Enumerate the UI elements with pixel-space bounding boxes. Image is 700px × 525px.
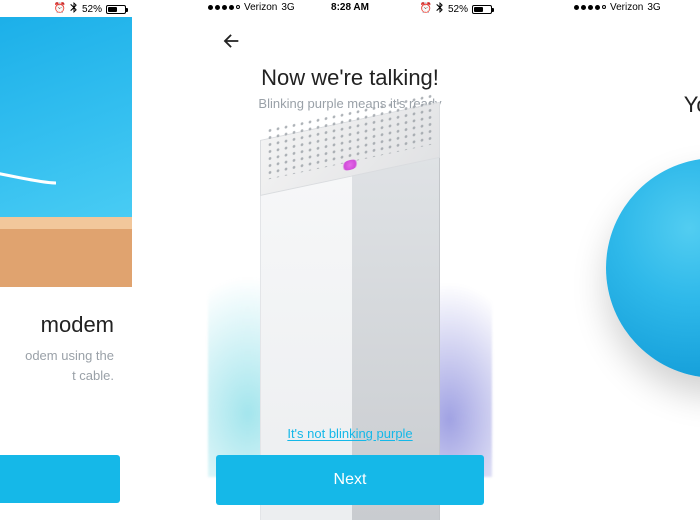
network-label: 3G [281, 2, 294, 13]
status-left: Verizon 3G [208, 2, 295, 13]
signal-icon [574, 5, 606, 10]
bluetooth-icon [436, 2, 444, 16]
screen-success: Verizon 3G S You've L [568, 0, 700, 525]
page-title-line2: You've [568, 92, 700, 118]
carrier-label: Verizon [244, 2, 277, 13]
status-right: ⏰ 52% [420, 2, 492, 16]
next-button-label: Next [334, 471, 367, 489]
status-left: Verizon 3G [574, 2, 661, 13]
status-right: ⏰ 52% [54, 2, 126, 16]
page-title-line1: S [568, 65, 700, 91]
page-subtitle: Blinking purple means it's ready [202, 96, 498, 111]
network-label: 3G [647, 2, 660, 13]
clock: 8:28 AM [331, 2, 369, 13]
troubleshoot-link-row: It's not blinking purple [202, 426, 498, 441]
page-title: modem [0, 312, 114, 338]
battery-icon [472, 5, 492, 14]
success-circle-icon [606, 158, 700, 378]
ethernet-cable-icon [0, 157, 56, 197]
alarm-icon: ⏰ [54, 4, 66, 14]
battery-pct: 52% [82, 4, 102, 15]
next-button[interactable]: Next [216, 455, 484, 505]
page-description: odem using the t cable. [0, 346, 114, 385]
carrier-label: Verizon [610, 2, 643, 13]
status-bar: ⏰ 52% [0, 0, 132, 17]
screen-ready: Verizon 3G 8:28 AM ⏰ 52% Now we're talki… [202, 0, 498, 525]
alarm-icon: ⏰ [420, 4, 432, 14]
bluetooth-icon [70, 2, 78, 16]
screenshot-triptych: ⏰ 52% modem odem using the t cable. [0, 0, 700, 525]
success-caption: L [568, 408, 700, 425]
shelf-icon [0, 217, 132, 287]
signal-icon [208, 5, 240, 10]
screen-connect-modem: ⏰ 52% modem odem using the t cable. [0, 0, 132, 525]
troubleshoot-link[interactable]: It's not blinking purple [287, 426, 412, 441]
status-bar: Verizon 3G 8:28 AM ⏰ 52% [202, 0, 498, 17]
back-button[interactable] [220, 30, 242, 57]
hero-illustration [0, 17, 132, 287]
battery-icon [106, 5, 126, 14]
battery-pct: 52% [448, 4, 468, 15]
page-title: Now we're talking! [202, 65, 498, 91]
status-bar: Verizon 3G [568, 0, 700, 17]
primary-button[interactable] [0, 455, 120, 503]
